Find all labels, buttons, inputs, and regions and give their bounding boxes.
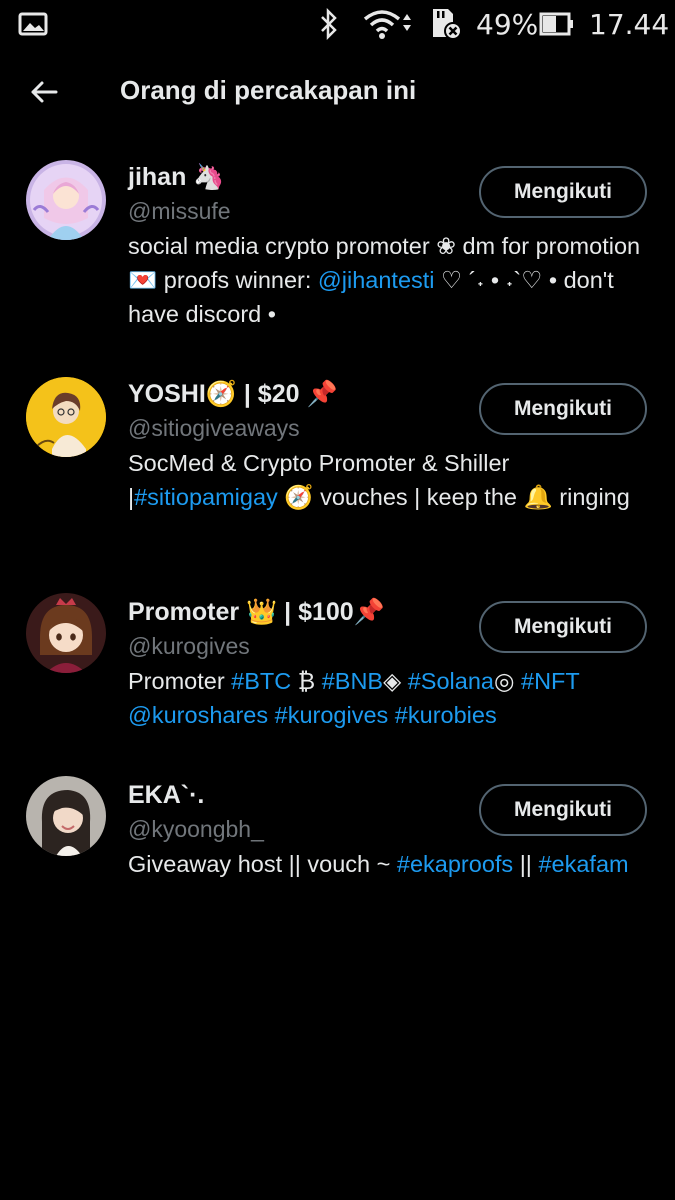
user-handle: @kurogives	[128, 633, 250, 659]
gallery-icon	[18, 8, 48, 40]
header: Orang di percakapan ini	[0, 58, 675, 128]
user-bio: social media crypto promoter ❀ dm for pr…	[128, 229, 648, 331]
sd-card-icon	[428, 8, 464, 40]
arrow-left-icon	[31, 81, 58, 103]
bio-text: Promoter	[128, 668, 232, 694]
bio-text: ◈	[383, 668, 408, 694]
avatar[interactable]	[26, 377, 106, 457]
user-handle: @sitiogiveaways	[128, 415, 300, 441]
user-name: Promoter 👑 | $100📌	[128, 598, 385, 626]
avatar[interactable]	[26, 593, 106, 673]
following-button[interactable]: Mengikuti	[479, 383, 647, 435]
bio-link[interactable]: #Solana	[408, 668, 494, 694]
clock: 17.44	[589, 7, 670, 41]
bio-text: 🧭 vouches | keep the 🔔 ringing	[277, 484, 630, 510]
user-name: EKA`·.	[128, 781, 205, 809]
bio-text: ||	[513, 851, 539, 877]
user-bio: SocMed & Crypto Promoter & Shiller |#sit…	[128, 446, 648, 514]
user-handle: @kyoongbh_	[128, 816, 264, 842]
following-button[interactable]: Mengikuti	[479, 784, 647, 836]
bio-text: ₿	[291, 668, 322, 694]
battery-percent: 49%	[476, 7, 539, 41]
bio-text: Giveaway host || vouch ~	[128, 851, 397, 877]
user-bio: Promoter #BTC ₿ #BNB◈ #Solana◎ #NFT @kur…	[128, 664, 648, 732]
bio-text: ◎	[493, 668, 522, 694]
battery-icon	[539, 8, 575, 40]
avatar[interactable]	[26, 776, 106, 856]
status-bar: 49% 17.44	[0, 0, 675, 48]
bio-link[interactable]: #ekafam	[538, 851, 628, 877]
page-title: Orang di percakapan ini	[120, 75, 417, 105]
following-button[interactable]: Mengikuti	[479, 601, 647, 653]
wifi-icon	[362, 8, 414, 40]
bio-link[interactable]: #ekaproofs	[397, 851, 513, 877]
bio-link[interactable]: @jihantesti	[318, 267, 435, 293]
bio-link[interactable]: #BTC	[231, 668, 291, 694]
user-bio: Giveaway host || vouch ~ #ekaproofs || #…	[128, 847, 648, 881]
following-button[interactable]: Mengikuti	[479, 166, 647, 218]
bio-link[interactable]: #BNB	[322, 668, 383, 694]
bio-link[interactable]: #sitiopamigay	[134, 484, 278, 510]
back-button[interactable]	[24, 72, 64, 112]
avatar[interactable]	[26, 160, 106, 240]
user-name: YOSHI🧭 | $20 📌	[128, 380, 338, 408]
user-handle: @missufe	[128, 198, 231, 224]
bluetooth-icon	[318, 8, 340, 40]
user-name: jihan 🦄	[128, 163, 225, 191]
